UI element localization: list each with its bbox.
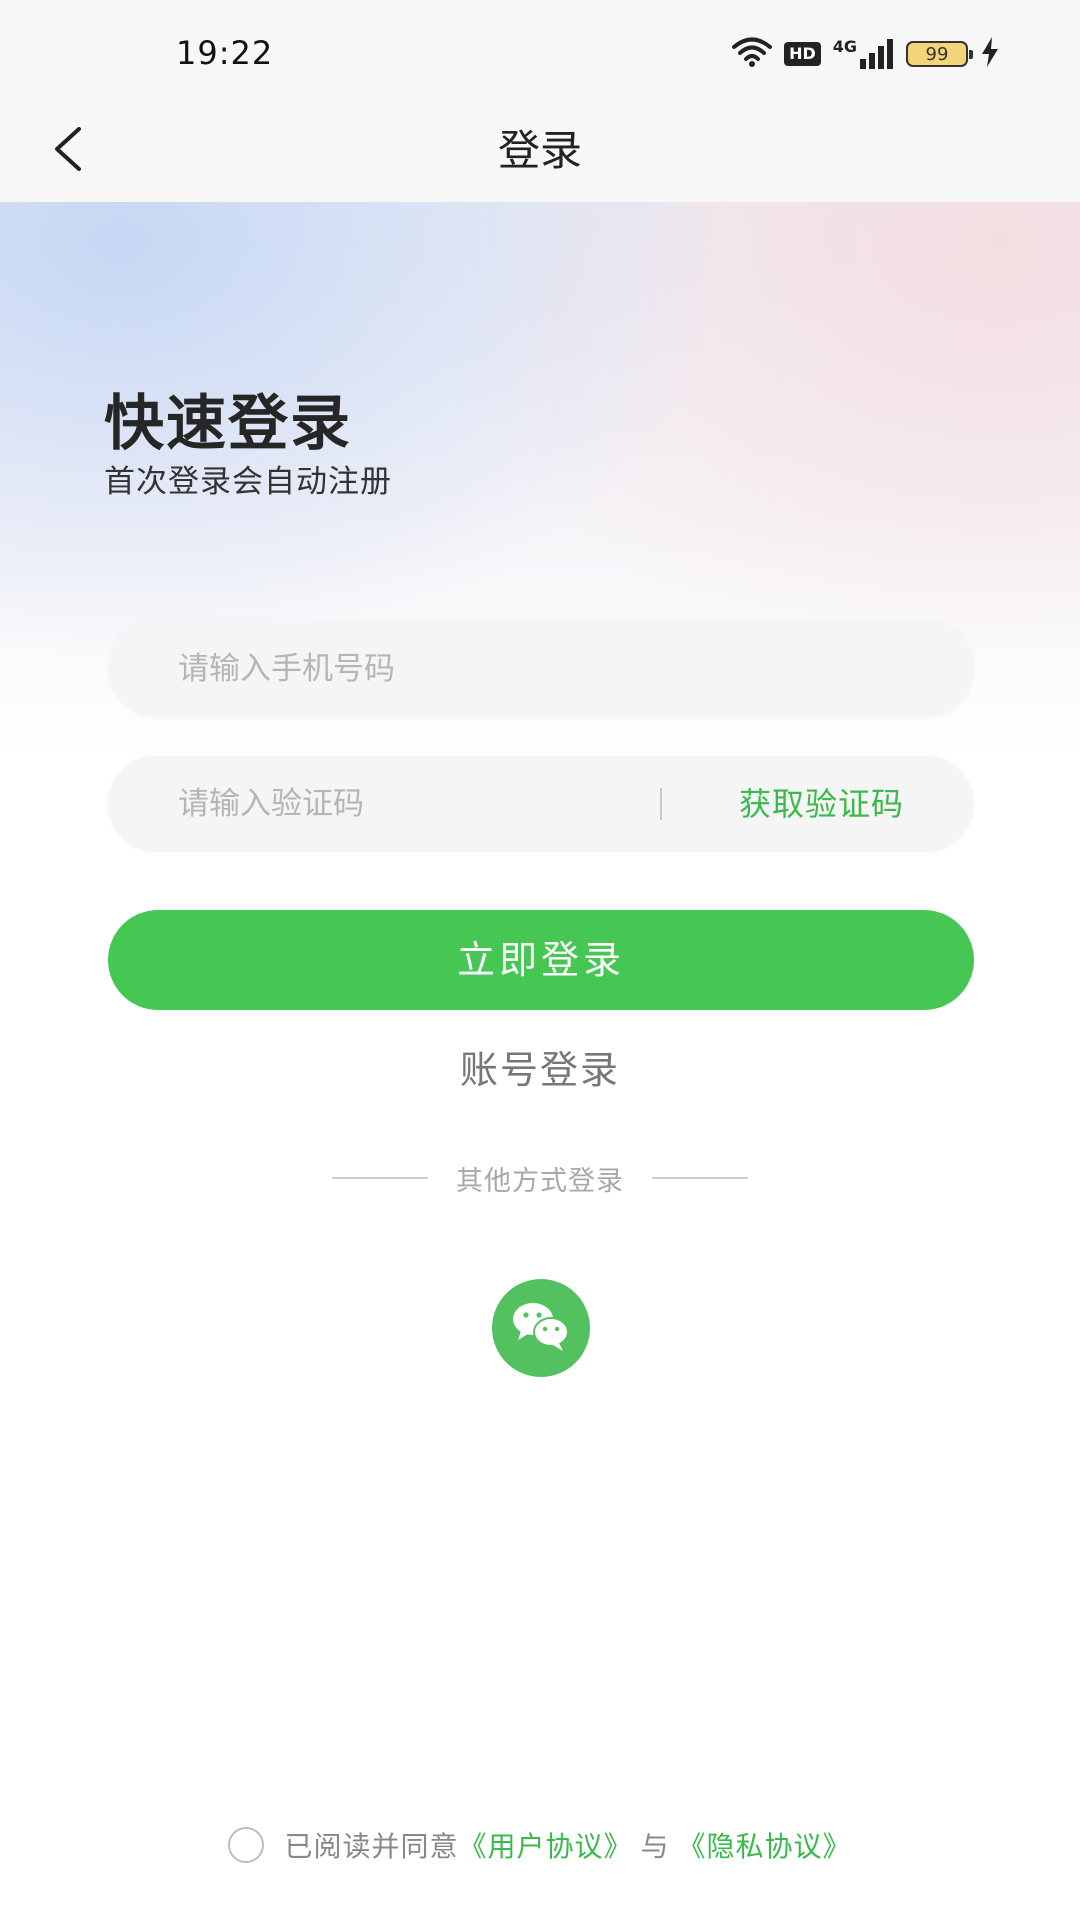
other-methods-label: 其他方式登录	[456, 1165, 624, 1197]
privacy-policy-link[interactable]: 《隐私协议》	[678, 1825, 852, 1865]
page-title: 登录	[497, 126, 582, 175]
chevron-left-icon	[51, 125, 83, 177]
agreement-row: 已阅读并同意 《用户协议》 与 《隐私协议》	[0, 1820, 1080, 1870]
status-time: 19:22	[176, 34, 274, 72]
divider-line-right	[652, 1177, 748, 1179]
code-field: 获取验证码	[108, 756, 974, 852]
agree-checkbox[interactable]	[228, 1827, 265, 1863]
battery-level: 99	[925, 43, 949, 65]
login-button[interactable]: 立即登录	[108, 910, 974, 1010]
back-button[interactable]	[40, 124, 94, 178]
code-field-divider	[660, 788, 662, 820]
get-code-button[interactable]: 获取验证码	[739, 756, 904, 852]
signal-icon: 4G	[833, 39, 894, 69]
other-methods-divider: 其他方式登录	[0, 1158, 1080, 1198]
network-type-label: 4G	[832, 37, 857, 56]
nav-bar: 登录	[0, 100, 1080, 202]
charging-icon	[980, 37, 1000, 71]
agreement-conjunction: 与	[640, 1830, 670, 1863]
agreement-prefix: 已阅读并同意	[284, 1830, 459, 1863]
account-login-link[interactable]: 账号登录	[460, 1048, 620, 1092]
wechat-login-button[interactable]	[492, 1279, 590, 1377]
phone-field	[108, 621, 974, 717]
hero-title: 快速登录	[104, 389, 352, 459]
battery-icon: 99	[906, 41, 973, 67]
verification-code-input[interactable]	[178, 756, 678, 852]
divider-line-left	[332, 1177, 428, 1179]
user-agreement-link[interactable]: 《用户协议》	[458, 1825, 632, 1865]
wifi-icon	[732, 36, 773, 72]
hero-subtitle: 首次登录会自动注册	[104, 464, 392, 500]
status-icons: HD 4G 99	[732, 34, 1000, 74]
login-screen: 19:22 HD 4G 99 登录 快速登录 首次登录会自动注册 请输入手机号码…	[0, 0, 1080, 1920]
phone-input[interactable]	[178, 621, 938, 717]
status-bar: 19:22 HD 4G 99	[0, 0, 1080, 100]
wechat-icon	[509, 1299, 573, 1357]
hd-badge: HD	[784, 42, 821, 66]
account-login-row: 账号登录	[0, 1040, 1080, 1100]
